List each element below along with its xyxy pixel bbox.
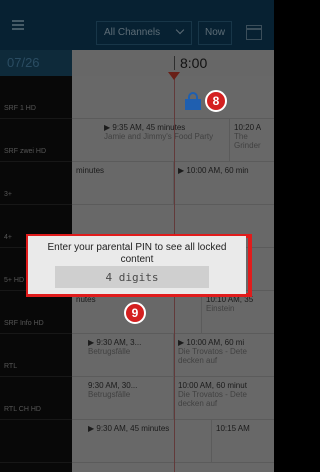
callout-badge-8: 8 [205,90,227,112]
pin-dialog-message: Enter your parental PIN to see all locke… [47,242,227,265]
lock-icon[interactable] [185,92,201,110]
pin-dialog: Enter your parental PIN to see all locke… [28,236,246,294]
pin-dialog-frame: Enter your parental PIN to see all locke… [28,236,246,294]
callout-badge-9: 9 [124,302,146,324]
pin-input[interactable] [55,266,209,288]
